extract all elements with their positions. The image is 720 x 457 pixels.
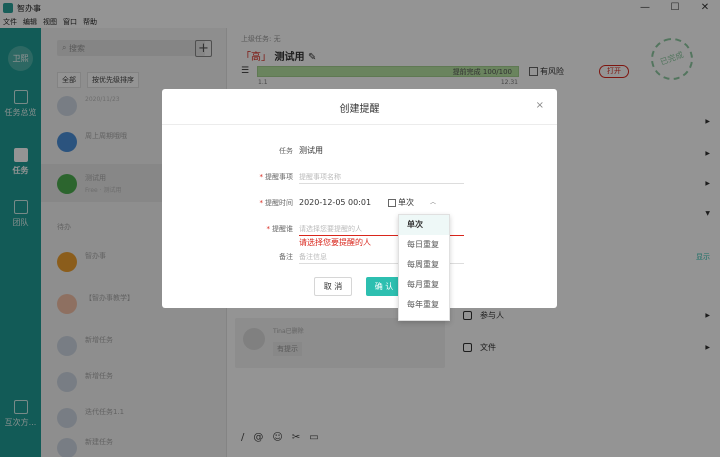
chevron-up-icon: ︿ [430, 199, 437, 206]
time-row: * 提醒时间 2020-12-05 00:01 单次 ︿ [162, 196, 557, 210]
cancel-button[interactable]: 取 消 [314, 277, 352, 296]
reminder-label-text: 提醒事项 [265, 173, 293, 181]
option-once[interactable]: 单次 [399, 215, 449, 235]
reminder-input[interactable]: 提醒事项名称 [299, 170, 464, 184]
close-icon[interactable]: × [536, 100, 544, 111]
recipient-row: * 提醒谁 请选择您要提醒的人 请选择您要提醒的人 [162, 222, 557, 247]
note-row: 备注 备注信息 [162, 250, 557, 264]
dialog-title: 创建提醒 [339, 104, 380, 115]
recipient-label-text: 提醒谁 [272, 225, 293, 233]
divider [162, 124, 557, 125]
create-reminder-dialog: 创建提醒 × 任务 测试用 * 提醒事项 提醒事项名称 * 提醒时间 2020-12… [162, 89, 557, 308]
recipient-label: * 提醒谁 [213, 222, 294, 236]
frequency-select[interactable]: 单次 ︿ [388, 196, 436, 210]
frequency-dropdown: 单次 每日重复 每周重复 每月重复 每年重复 [398, 214, 450, 321]
task-label: 任务 [279, 147, 293, 155]
reminder-label: * 提醒事项 [213, 170, 294, 184]
option-weekly[interactable]: 每周重复 [399, 255, 449, 275]
recipient-error: 请选择您要提醒的人 [299, 238, 371, 247]
time-value[interactable]: 2020-12-05 00:01 [299, 196, 371, 210]
time-label-text: 提醒时间 [265, 199, 293, 207]
task-value: 测试用 [299, 146, 323, 155]
calendar-icon [388, 199, 396, 207]
required-mark: * [259, 173, 264, 181]
time-label: * 提醒时间 [213, 196, 294, 210]
option-yearly[interactable]: 每年重复 [399, 295, 449, 315]
option-monthly[interactable]: 每月重复 [399, 275, 449, 295]
task-row: 任务 测试用 [162, 144, 557, 158]
reminder-row: * 提醒事项 提醒事项名称 [162, 170, 557, 184]
frequency-value: 单次 [398, 198, 414, 207]
confirm-button[interactable]: 确 认 [366, 277, 402, 296]
required-mark: * [259, 199, 264, 207]
option-daily[interactable]: 每日重复 [399, 235, 449, 255]
note-label: 备注 [279, 253, 293, 261]
required-mark: * [266, 225, 271, 233]
